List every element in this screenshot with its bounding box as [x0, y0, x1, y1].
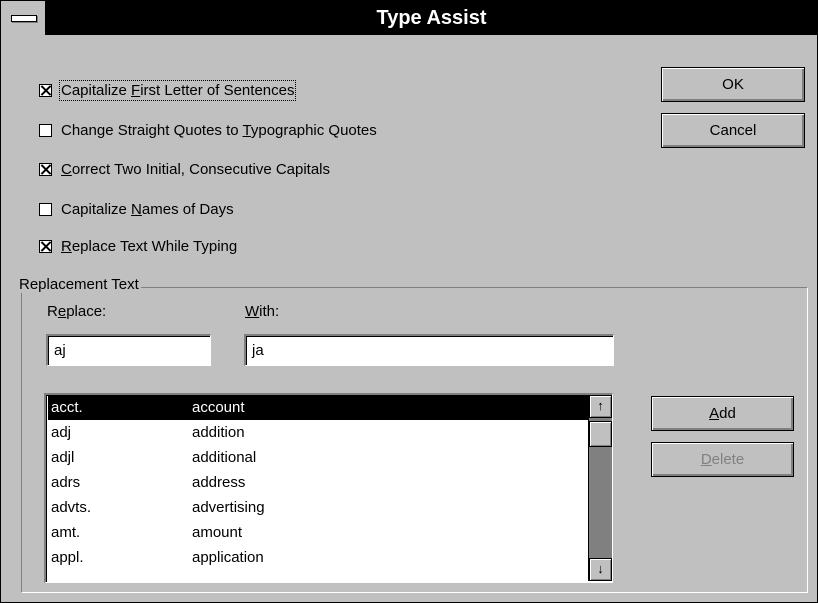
- option-replace-text[interactable]: Replace Text While Typing: [39, 235, 237, 257]
- entry-abbreviation: adjl: [51, 449, 75, 466]
- entry-abbreviation: acct.: [51, 399, 83, 416]
- entry-replacement: addition: [192, 424, 245, 441]
- option-capitalize-days[interactable]: Capitalize Names of Days: [39, 198, 234, 220]
- checkbox-unchecked[interactable]: [39, 202, 52, 216]
- entry-abbreviation: amt.: [51, 524, 81, 541]
- checkbox-checked[interactable]: [39, 239, 52, 253]
- list-item[interactable]: appl. application: [48, 546, 589, 570]
- vertical-scrollbar[interactable]: ↑ ↓: [588, 395, 612, 581]
- entry-replacement: account: [192, 399, 245, 416]
- system-menu-button[interactable]: [1, 1, 46, 35]
- entry-replacement: additional: [192, 449, 257, 466]
- delete-button[interactable]: Delete: [651, 442, 794, 477]
- entry-replacement: address: [192, 474, 246, 491]
- option-correct-two-capitals[interactable]: Correct Two Initial, Consecutive Capital…: [39, 158, 330, 180]
- checkbox-checked[interactable]: [39, 83, 52, 97]
- option-label: Correct Two Initial, Consecutive Capital…: [61, 160, 331, 178]
- list-item[interactable]: acct. account: [48, 396, 589, 420]
- scrollbar-thumb[interactable]: [589, 421, 612, 447]
- replacement-list[interactable]: acct. account adj addition adjl addition…: [44, 393, 613, 583]
- option-capitalize-first-letter[interactable]: Capitalize First Letter of Sentences: [39, 79, 297, 101]
- entry-replacement: amount: [192, 524, 243, 541]
- entry-abbreviation: appl.: [51, 549, 84, 566]
- list-item[interactable]: adjl additional: [48, 446, 589, 470]
- entry-replacement: advertising: [192, 499, 265, 516]
- list-item[interactable]: adj addition: [48, 421, 589, 445]
- list-item[interactable]: advts. advertising: [48, 496, 589, 520]
- option-label: Capitalize First Letter of Sentences: [58, 79, 297, 101]
- system-menu-icon: [11, 15, 37, 22]
- option-typographic-quotes[interactable]: Change Straight Quotes to Typographic Qu…: [39, 119, 377, 141]
- list-item[interactable]: amt. amount: [48, 521, 589, 545]
- replace-input[interactable]: aj: [46, 334, 211, 366]
- replacement-text-group-label: Replacement Text: [19, 276, 141, 293]
- checkbox-unchecked[interactable]: [39, 123, 52, 137]
- entry-abbreviation: advts.: [51, 499, 92, 516]
- option-label: Replace Text While Typing: [61, 237, 238, 255]
- with-input[interactable]: ja: [244, 334, 614, 366]
- entry-abbreviation: adrs: [51, 474, 81, 491]
- entry-replacement: application: [192, 549, 264, 566]
- with-label: With:: [245, 303, 280, 320]
- option-label: Change Straight Quotes to Typographic Qu…: [61, 121, 377, 139]
- checkbox-checked[interactable]: [39, 162, 52, 176]
- entry-abbreviation: adj: [51, 424, 72, 441]
- option-label: Capitalize Names of Days: [61, 200, 234, 218]
- scroll-up-icon[interactable]: ↑: [589, 395, 612, 418]
- ok-button[interactable]: OK: [661, 67, 805, 102]
- add-button[interactable]: Add: [651, 396, 794, 431]
- replace-label: Replace:: [47, 303, 107, 320]
- list-item[interactable]: adrs address: [48, 471, 589, 495]
- title-bar: Type Assist: [1, 1, 817, 35]
- type-assist-dialog: Type Assist Capitalize First Letter of S…: [0, 0, 818, 603]
- scroll-down-icon[interactable]: ↓: [589, 558, 612, 581]
- window-title: Type Assist: [376, 7, 487, 29]
- cancel-button[interactable]: Cancel: [661, 113, 805, 148]
